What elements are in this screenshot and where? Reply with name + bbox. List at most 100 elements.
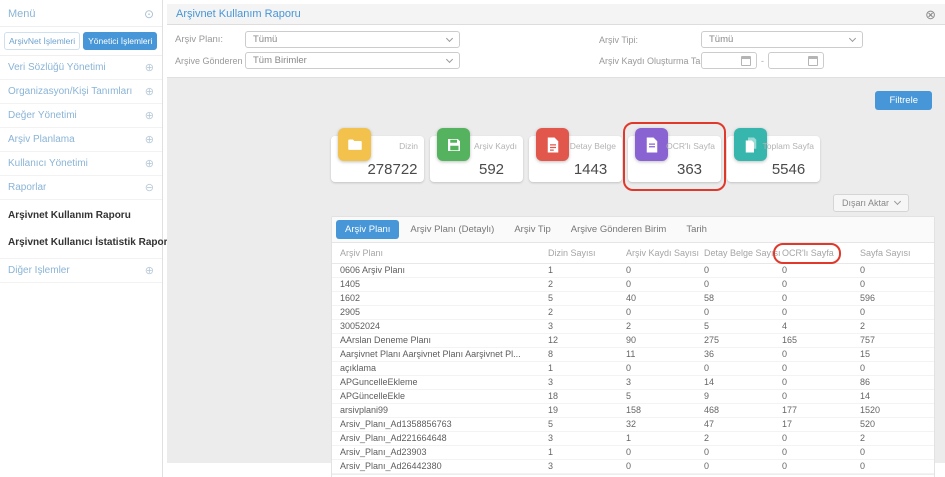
- expand-icon[interactable]: ⊕: [145, 109, 154, 122]
- sidebar-item-diger-islemler[interactable]: Diğer İşlemler⊕: [0, 259, 162, 283]
- table-cell: 19: [544, 404, 622, 418]
- calendar-icon[interactable]: [741, 56, 751, 66]
- calendar-icon[interactable]: [808, 56, 818, 66]
- table-cell: 158: [622, 404, 700, 418]
- tab-yonetici-islemleri[interactable]: Yönetici İşlemleri: [83, 32, 157, 50]
- table-tab-4[interactable]: Arşive Gönderen Birim: [562, 220, 676, 239]
- table-row[interactable]: açıklama10000: [332, 362, 934, 376]
- table-cell: 165: [778, 334, 856, 348]
- filtrele-button[interactable]: Filtrele: [875, 91, 932, 110]
- table-cell: 12: [544, 334, 622, 348]
- table-row[interactable]: 290520000: [332, 306, 934, 320]
- table-tab-3[interactable]: Arşiv Tip: [505, 220, 559, 239]
- close-icon[interactable]: ⊗: [925, 8, 936, 21]
- sidebar-options-icon[interactable]: ⊙: [144, 7, 154, 21]
- sidebar-item-label: Arşiv Planlama: [8, 134, 75, 145]
- table-cell: 1: [544, 362, 622, 376]
- table-cell: 0: [622, 264, 700, 278]
- sidebar-item-organizasyon-kisi-tanimlari[interactable]: Organizasyon/Kişi Tanımları ⊕: [0, 80, 162, 104]
- table-row[interactable]: 3005202432542: [332, 320, 934, 334]
- sidebar-item-kullanici-yonetimi[interactable]: Kullanıcı Yönetimi ⊕: [0, 152, 162, 176]
- date-to-input[interactable]: [768, 52, 824, 69]
- sidebar: Menü ⊙ ArşivNet İşlemleriYönetici İşleml…: [0, 0, 163, 477]
- arsiv-tipi-select[interactable]: Tümü: [701, 31, 863, 48]
- gonderen-birim-select[interactable]: Tüm Birimler: [245, 52, 460, 69]
- sidebar-subitem-arsivnet-kullanici-istatistik-raporu[interactable]: Arşivnet Kullanıcı İstatistik Raporu: [0, 229, 162, 256]
- sidebar-item-arsiv-planlama[interactable]: Arşiv Planlama ⊕: [0, 128, 162, 152]
- table-tab-1[interactable]: Arşiv Planı: [336, 220, 399, 239]
- content-area: Dizin278722Arşiv Kaydı592Detay Belge1443…: [331, 110, 935, 477]
- table-row[interactable]: Arsiv_Planı_Ad2390310000: [332, 446, 934, 460]
- table-cell: 0: [856, 306, 934, 320]
- chevron-down-icon: [849, 34, 856, 41]
- expand-icon[interactable]: ⊕: [145, 85, 154, 98]
- sidebar-subitem-arsivnet-kullanim-raporu[interactable]: Arşivnet Kullanım Raporu: [0, 202, 162, 229]
- column-header: Detay Belge Sayısı: [700, 243, 778, 264]
- sidebar-header: Menü ⊙: [0, 2, 162, 27]
- table-cell: 40: [622, 292, 700, 306]
- arsiv-plani-label: Arşiv Planı:: [175, 34, 245, 45]
- table-cell: 11: [622, 348, 700, 362]
- collapse-icon[interactable]: ⊖: [145, 181, 154, 194]
- table-cell: 520: [856, 418, 934, 432]
- panel-header: Arşivnet Kullanım Raporu ⊗: [167, 4, 945, 25]
- main-panel: Arşivnet Kullanım Raporu ⊗ Arşiv Planı: …: [167, 0, 945, 477]
- table-row[interactable]: Arsiv_Planı_Ad13588567635324717520: [332, 418, 934, 432]
- expand-icon[interactable]: ⊕: [145, 157, 154, 170]
- table-tab-5[interactable]: Tarih: [677, 220, 716, 239]
- table-cell: APGüncelleEkle: [332, 390, 544, 404]
- sidebar-item-deger-yonetimi[interactable]: Değer Yönetimi⊕: [0, 104, 162, 128]
- sidebar-tabs: ArşivNet İşlemleriYönetici İşlemleri: [0, 27, 162, 56]
- table-cell: 0: [778, 446, 856, 460]
- table-cell: APGuncelleEkleme: [332, 376, 544, 390]
- table-body: 0606 Arşiv Planı100001405200001602540580…: [332, 264, 934, 474]
- sidebar-item-veri-sozlugu-yonetimi[interactable]: Veri Sözlüğü Yönetimi⊕: [0, 56, 162, 80]
- table-cell: 0: [622, 278, 700, 292]
- table-cell: 0: [856, 362, 934, 376]
- export-label: Dışarı Aktar: [842, 198, 889, 208]
- date-from-input[interactable]: [701, 52, 757, 69]
- date-range-separator: -: [761, 56, 764, 66]
- stat-card-value: 1443: [563, 161, 618, 178]
- table-row[interactable]: arsivplani99191584681771520: [332, 404, 934, 418]
- stat-card-value: 592: [464, 161, 519, 178]
- table-row[interactable]: AArslan Deneme Planı1290275165757: [332, 334, 934, 348]
- table-cell: 0: [700, 446, 778, 460]
- expand-icon[interactable]: ⊕: [145, 133, 154, 146]
- table-cell: 275: [700, 334, 778, 348]
- table-cell: 2: [622, 320, 700, 334]
- table-cell: 14: [856, 390, 934, 404]
- table-cell: Aarşivnet Planı Aarşivnet Planı Aarşivne…: [332, 348, 544, 362]
- stat-card-ocrli-sayfa: OCR'lı Sayfa363: [628, 136, 721, 182]
- tab-arsivnet-islemleri[interactable]: ArşivNet İşlemleri: [4, 32, 80, 50]
- table-cell: 47: [700, 418, 778, 432]
- table-row[interactable]: APGuncelleEkleme3314086: [332, 376, 934, 390]
- table-cell: 3: [544, 376, 622, 390]
- table-cell: 1: [544, 264, 622, 278]
- expand-icon[interactable]: ⊕: [145, 61, 154, 74]
- sidebar-item-label: Organizasyon/Kişi Tanımları: [8, 86, 132, 97]
- table-cell: 2: [700, 432, 778, 446]
- export-dropdown[interactable]: Dışarı Aktar: [833, 194, 909, 212]
- table-tab-2[interactable]: Arşiv Planı (Detaylı): [401, 220, 503, 239]
- sidebar-item-label: Kullanıcı Yönetimi: [8, 158, 88, 169]
- filter-form: Arşiv Planı: Tümü Arşiv Tipi: Tümü Arşiv…: [167, 25, 945, 78]
- table-row[interactable]: APGüncelleEkle1859014: [332, 390, 934, 404]
- table-cell: açıklama: [332, 362, 544, 376]
- table-cell: 757: [856, 334, 934, 348]
- expand-icon[interactable]: ⊕: [145, 264, 154, 277]
- table-row[interactable]: 1602540580596: [332, 292, 934, 306]
- tarih-label: Arşiv Kaydı Oluşturma Tarihi:: [599, 56, 701, 66]
- table-row[interactable]: Arsiv_Planı_Ad22166464831202: [332, 432, 934, 446]
- table-cell: 0: [856, 446, 934, 460]
- table-row[interactable]: 140520000: [332, 278, 934, 292]
- table-row[interactable]: 0606 Arşiv Planı10000: [332, 264, 934, 278]
- table-row[interactable]: Arsiv_Planı_Ad2644238030000: [332, 460, 934, 474]
- table-row[interactable]: Aarşivnet Planı Aarşivnet Planı Aarşivne…: [332, 348, 934, 362]
- arsiv-plani-select[interactable]: Tümü: [245, 31, 460, 48]
- sidebar-item-raporlar[interactable]: Raporlar⊖: [0, 176, 162, 200]
- chevron-down-icon: [894, 198, 901, 205]
- table-cell: 90: [622, 334, 700, 348]
- table-cell: 32: [622, 418, 700, 432]
- table-cell: 0: [778, 432, 856, 446]
